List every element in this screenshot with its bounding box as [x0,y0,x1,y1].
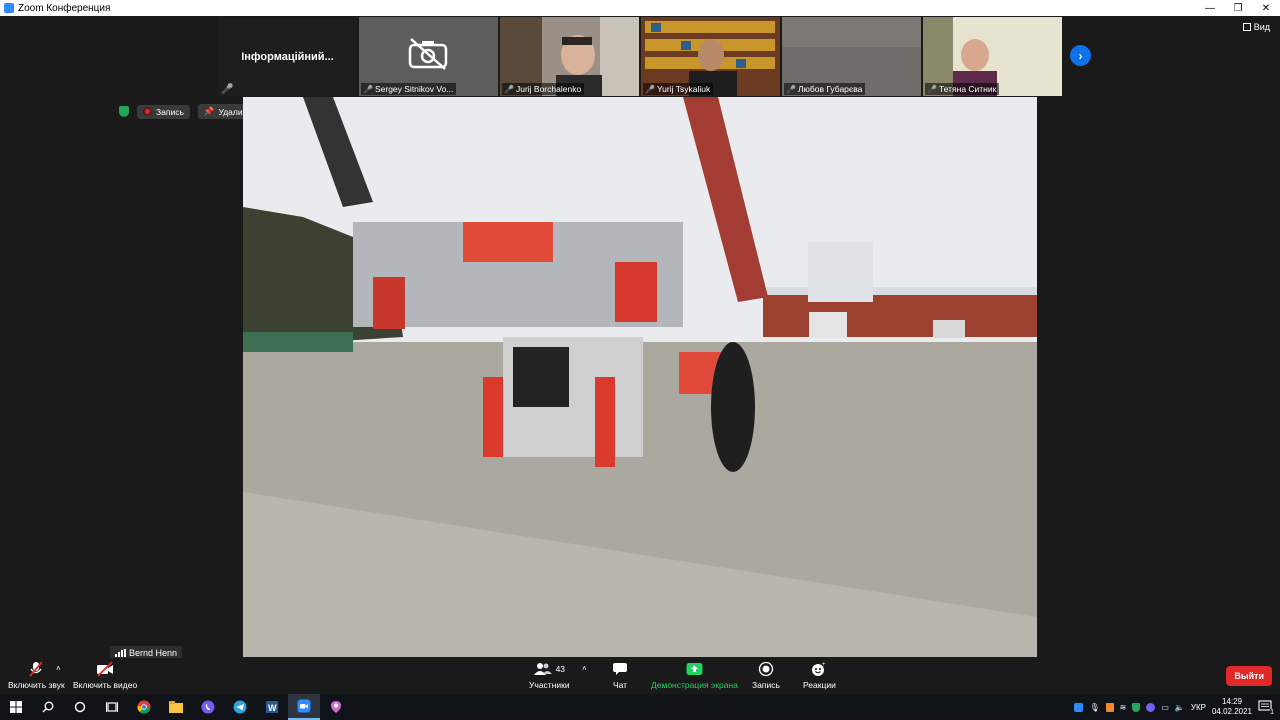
cortana-icon[interactable] [64,694,96,720]
system-tray: 🎙 ≋ ▭ 🔈 УКР 14:29 04.02.2021 1 [1074,694,1280,720]
clock-date: 04.02.2021 [1211,707,1252,716]
participant-name: 🎤 Любов Губарєва [784,83,866,95]
shared-video [243,97,1037,657]
window-controls: — ❐ ✕ [1196,0,1280,16]
share-screen-button[interactable]: Демонстрация экрана [651,661,738,690]
mic-muted-icon [28,661,44,677]
window-titlebar: Zoom Конференция — ❐ ✕ [0,0,1280,16]
reactions-label: Реакции [803,680,836,690]
participant-tile[interactable]: 🎤 Тетяна Ситник [923,17,1062,96]
record-icon [758,661,774,677]
word-icon[interactable]: W [256,694,288,720]
zoom-taskbar-icon[interactable] [288,694,320,720]
chat-button[interactable]: Чат [612,661,628,690]
minimize-icon[interactable]: — [1196,0,1224,16]
grid-view-icon [1242,23,1251,31]
recording-indicator[interactable]: Запись [137,104,190,119]
network-tray-icon[interactable]: ▭ [1161,703,1169,712]
view-button[interactable]: Вид [1242,22,1270,32]
notifications-count: 1 [1270,709,1274,716]
chevron-right-icon: › [1078,48,1083,63]
mic-muted-icon: 🎤 [786,84,796,94]
file-explorer-icon[interactable] [160,694,192,720]
shared-video-frame [243,97,1037,657]
meeting-toolbar: Включить звук ˄ Включить видео 43 Участн… [0,658,1280,694]
audio-options-chevron-icon[interactable]: ˄ [56,664,61,673]
viber-icon[interactable] [192,694,224,720]
participant-name: 🎤 Yurij Tsykaliuk [643,83,714,95]
record-dot-icon [143,107,152,116]
participant-name: 🎤 Тетяна Ситник [925,83,1000,95]
participant-strip: Інформаційний... 🎤 Sergey Sitnikov Vo... … [218,17,1062,96]
zoom-logo-icon [4,3,14,13]
participants-count: 43 [555,664,566,674]
leave-button[interactable]: Выйти [1226,666,1272,686]
participant-tile[interactable]: 🎤 Yurij Tsykaliuk [641,17,780,96]
participant-name: 🎤 Sergey Sitnikov Vo... [361,83,457,95]
active-speaker-name: Bernd Henn [129,648,178,658]
microphone-tray-icon[interactable]: 🎙 [1089,703,1099,712]
maps-icon[interactable] [320,694,352,720]
start-video-label: Включить видео [73,680,138,690]
record-button[interactable]: Запись [752,661,780,690]
keyboard-language[interactable]: УКР [1191,703,1206,712]
clock[interactable]: 14:29 04.02.2021 [1212,697,1252,717]
unmute-label: Включить звук [8,680,65,690]
mic-muted-icon: 🎤 [927,84,937,94]
record-label: Запись [752,680,780,690]
mic-muted-icon: 🎤 [504,84,514,94]
wifi-tray-icon[interactable]: ≋ [1120,703,1127,712]
telegram-icon[interactable] [224,694,256,720]
volume-tray-icon[interactable]: 🔈 [1175,703,1185,712]
video-off-icon [96,661,114,677]
mic-muted-icon: 🎤 [645,84,655,94]
reactions-button[interactable]: + Реакции [803,661,836,690]
reactions-icon: + [811,661,827,677]
participants-button[interactable]: 43 Участники [529,661,570,690]
chrome-icon[interactable] [128,694,160,720]
participant-tile[interactable]: 🎤 Sergey Sitnikov Vo... [359,17,498,96]
notifications-icon[interactable]: 1 [1258,700,1274,716]
search-icon[interactable] [32,694,64,720]
participants-icon: 43 [533,661,566,677]
app-tray-icon[interactable] [1105,702,1114,712]
antivirus-tray-icon[interactable] [1132,702,1141,712]
maximize-icon[interactable]: ❐ [1224,0,1252,16]
next-page-button[interactable]: › [1070,45,1091,66]
security-shield-icon[interactable] [119,106,129,117]
view-button-label: Вид [1253,22,1270,32]
start-video-button[interactable]: Включить видео [73,661,137,690]
chat-label: Чат [612,680,628,690]
windows-taskbar: W 🎙 ≋ ▭ 🔈 УКР 14:29 04.02.2021 1 [0,694,1280,720]
participant-name: 🎤 Jurij Borchalenko [502,83,585,95]
participants-label: Участники [529,680,570,690]
svg-text:W: W [268,703,277,713]
camera-off-icon [408,38,448,70]
info-tile-label: Інформаційний... [241,50,334,63]
signal-bars-icon [115,649,126,657]
mic-muted-icon: 🎤 [363,84,373,94]
participants-chevron-icon[interactable]: ˄ [582,664,587,673]
windows-start-icon[interactable] [0,694,32,720]
svg-text:+: + [822,662,826,668]
recording-label: Запись [156,106,184,117]
participant-tile[interactable]: 🎤 Любов Губарєва [782,17,921,96]
share-screen-label: Демонстрация экрана [651,680,738,690]
chat-icon [612,661,628,677]
mic-muted-icon: 🎤 [221,84,234,95]
participant-tile[interactable]: 🎤 Jurij Borchalenko [500,17,639,96]
info-tile[interactable]: Інформаційний... [218,17,357,96]
clock-time: 14:29 [1221,697,1242,706]
pin-icon: 📌 [203,106,215,116]
close-icon[interactable]: ✕ [1252,0,1280,16]
task-view-icon[interactable] [96,694,128,720]
window-title: Zoom Конференция [18,2,111,14]
zoom-tray-icon[interactable] [1074,702,1084,712]
viber-tray-icon[interactable] [1146,702,1156,712]
share-screen-icon [686,661,703,677]
